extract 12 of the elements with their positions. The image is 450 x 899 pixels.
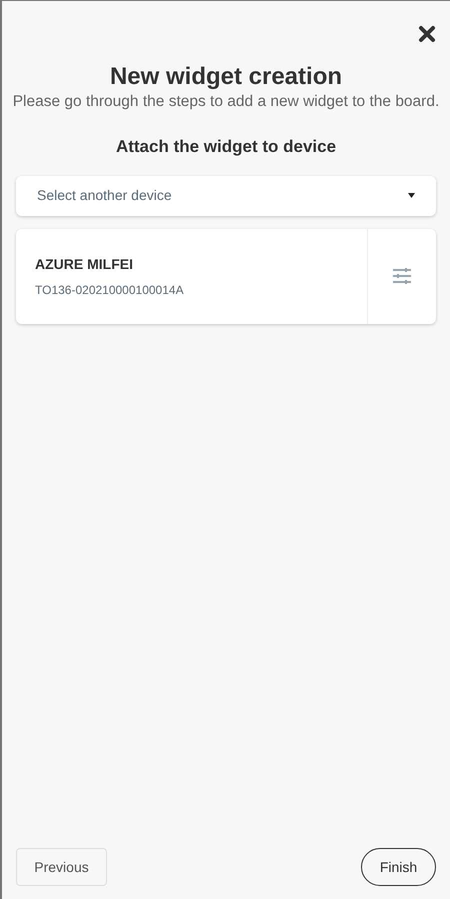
dialog-subtitle: Please go through the steps to add a new widget to the board. xyxy=(12,92,440,112)
finish-button[interactable]: Finish xyxy=(361,848,436,886)
device-select[interactable]: Select another device xyxy=(16,176,436,216)
device-name: AZURE MILFEI xyxy=(35,254,134,274)
step-title: Attach the widget to device xyxy=(114,136,338,158)
sliders-icon[interactable] xyxy=(393,268,411,284)
dialog-title: New widget creation xyxy=(108,62,344,92)
caret-icon xyxy=(408,193,415,198)
device-id: TO136-020210000100014A xyxy=(35,282,185,298)
close-icon[interactable] xyxy=(418,25,436,43)
previous-button[interactable]: Previous xyxy=(16,848,107,886)
select-placeholder: Select another device xyxy=(37,186,172,205)
